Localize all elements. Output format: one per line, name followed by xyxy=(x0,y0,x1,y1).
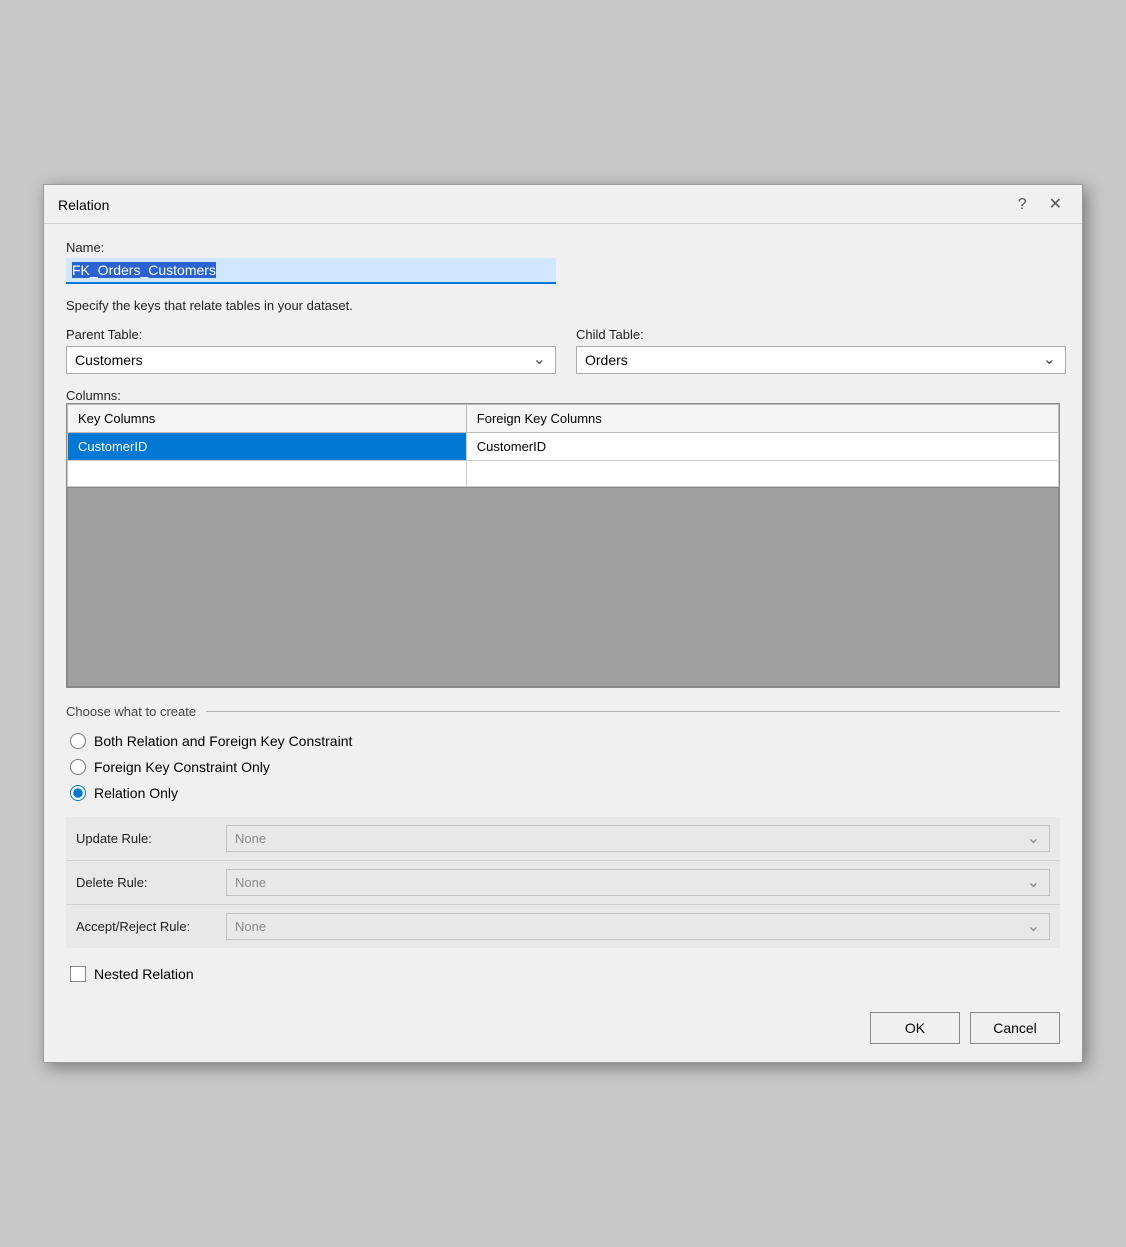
cancel-button[interactable]: Cancel xyxy=(970,1012,1060,1044)
update-rule-label: Update Rule: xyxy=(76,831,216,846)
divider-line xyxy=(206,711,1060,712)
radio-fk-only[interactable]: Foreign Key Constraint Only xyxy=(70,759,1060,775)
help-button[interactable]: ? xyxy=(1012,195,1033,215)
accept-reject-rule-select[interactable]: None xyxy=(226,913,1050,940)
columns-label: Columns: xyxy=(66,388,1060,403)
title-bar: Relation ? ✕ xyxy=(44,185,1082,224)
columns-container: Key Columns Foreign Key Columns Customer… xyxy=(66,403,1060,688)
key-cell-1 xyxy=(68,461,467,487)
radio-relation-only[interactable]: Relation Only xyxy=(70,785,1060,801)
accept-reject-rule-label: Accept/Reject Rule: xyxy=(76,919,216,934)
radio-fk-only-label: Foreign Key Constraint Only xyxy=(94,759,270,775)
delete-rule-select-wrapper: None xyxy=(226,869,1050,896)
tables-row: Parent Table: Customers Orders Child Tab… xyxy=(66,327,1060,374)
dialog-footer: OK Cancel xyxy=(44,998,1082,1062)
update-rule-row: Update Rule: None xyxy=(66,817,1060,861)
choose-label: Choose what to create xyxy=(66,704,196,719)
divider-row: Choose what to create xyxy=(66,704,1060,719)
radio-fk-only-input[interactable] xyxy=(70,759,86,775)
accept-reject-rule-select-wrapper: None xyxy=(226,913,1050,940)
radio-relation-only-input[interactable] xyxy=(70,785,86,801)
fk-columns-header: Foreign Key Columns xyxy=(466,405,1058,433)
dialog-title: Relation xyxy=(58,197,109,213)
radio-both[interactable]: Both Relation and Foreign Key Constraint xyxy=(70,733,1060,749)
parent-table-field: Parent Table: Customers Orders xyxy=(66,327,556,374)
delete-rule-label: Delete Rule: xyxy=(76,875,216,890)
nested-relation-label: Nested Relation xyxy=(94,966,194,982)
name-section: Name: xyxy=(66,240,1060,284)
radio-relation-only-label: Relation Only xyxy=(94,785,178,801)
radio-both-label: Both Relation and Foreign Key Constraint xyxy=(94,733,352,749)
delete-rule-select[interactable]: None xyxy=(226,869,1050,896)
gray-area xyxy=(67,487,1059,687)
name-label: Name: xyxy=(66,240,1060,255)
accept-reject-rule-row: Accept/Reject Rule: None xyxy=(66,905,1060,948)
title-bar-left: Relation xyxy=(58,197,109,213)
delete-rule-row: Delete Rule: None xyxy=(66,861,1060,905)
title-bar-right: ? ✕ xyxy=(1012,195,1068,215)
radio-group: Both Relation and Foreign Key Constraint… xyxy=(70,733,1060,801)
dialog-body: Name: Specify the keys that relate table… xyxy=(44,224,1082,998)
fk-cell-0: CustomerID xyxy=(466,433,1058,461)
rule-section: Update Rule: None Delete Rule: None Acce… xyxy=(66,817,1060,948)
parent-table-select-wrapper: Customers Orders xyxy=(66,346,556,374)
columns-section: Columns: Key Columns Foreign Key Columns… xyxy=(66,384,1060,688)
columns-header-row: Key Columns Foreign Key Columns xyxy=(68,405,1059,433)
nested-relation-row: Nested Relation xyxy=(70,966,1060,982)
table-row[interactable]: CustomerID CustomerID xyxy=(68,433,1059,461)
child-table-label: Child Table: xyxy=(576,327,1066,342)
parent-table-label: Parent Table: xyxy=(66,327,556,342)
key-cell-0: CustomerID xyxy=(68,433,467,461)
table-row[interactable] xyxy=(68,461,1059,487)
update-rule-select-wrapper: None xyxy=(226,825,1050,852)
close-button[interactable]: ✕ xyxy=(1043,195,1068,215)
fk-cell-1 xyxy=(466,461,1058,487)
name-input[interactable] xyxy=(66,258,556,284)
child-table-select-wrapper: Orders Customers xyxy=(576,346,1066,374)
child-table-field: Child Table: Orders Customers xyxy=(576,327,1066,374)
hint-text: Specify the keys that relate tables in y… xyxy=(66,298,1060,313)
radio-both-input[interactable] xyxy=(70,733,86,749)
child-table-select[interactable]: Orders Customers xyxy=(576,346,1066,374)
nested-relation-checkbox[interactable] xyxy=(70,966,86,982)
columns-table: Key Columns Foreign Key Columns Customer… xyxy=(67,404,1059,487)
relation-dialog: Relation ? ✕ Name: Specify the keys that… xyxy=(43,184,1083,1063)
ok-button[interactable]: OK xyxy=(870,1012,960,1044)
parent-table-select[interactable]: Customers Orders xyxy=(66,346,556,374)
key-columns-header: Key Columns xyxy=(68,405,467,433)
update-rule-select[interactable]: None xyxy=(226,825,1050,852)
